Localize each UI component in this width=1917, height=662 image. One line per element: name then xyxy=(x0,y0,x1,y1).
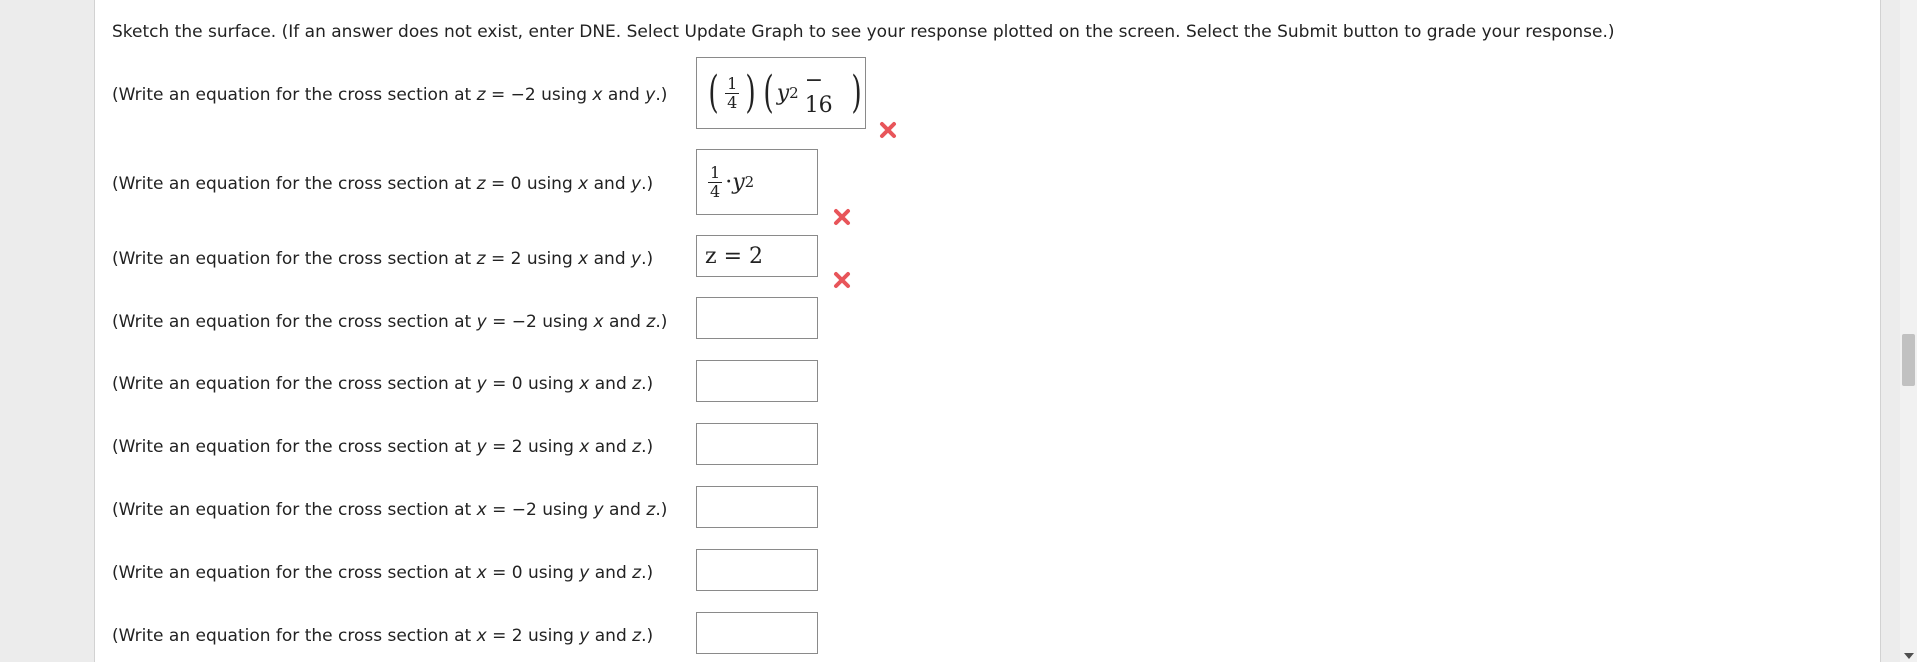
answer-input-4[interactable] xyxy=(696,297,818,339)
incorrect-icon xyxy=(834,272,850,288)
vertical-scrollbar[interactable] xyxy=(1900,0,1917,662)
incorrect-icon xyxy=(880,122,896,138)
question-label-5: (Write an equation for the cross section… xyxy=(112,374,654,394)
question-label-4: (Write an equation for the cross section… xyxy=(112,312,668,332)
question-label-1: (Write an equation for the cross section… xyxy=(112,85,668,105)
answer-input-6[interactable] xyxy=(696,360,818,402)
question-label-2: (Write an equation for the cross section… xyxy=(112,174,654,194)
question-label-7: (Write an equation for the cross section… xyxy=(112,500,668,520)
scroll-down-arrow-icon[interactable] xyxy=(1904,653,1914,659)
question-label-9: (Write an equation for the cross section… xyxy=(112,626,654,646)
answer-input-8[interactable] xyxy=(696,549,818,591)
answer-input-2[interactable]: 1 4 · y2 xyxy=(696,149,818,215)
scrollbar-thumb[interactable] xyxy=(1902,334,1915,386)
fraction: 1 4 xyxy=(725,73,740,112)
answer-input-1[interactable]: ( 1 4 ) ( y2 − 16 ) xyxy=(696,57,866,129)
question-label-3: (Write an equation for the cross section… xyxy=(112,249,654,269)
answer-input-6[interactable] xyxy=(696,423,818,465)
question-label-8: (Write an equation for the cross section… xyxy=(112,563,654,583)
question-label-6: (Write an equation for the cross section… xyxy=(112,437,654,457)
incorrect-icon xyxy=(834,209,850,225)
fraction: 1 4 xyxy=(708,162,723,201)
answer-input-3[interactable]: z = 2 xyxy=(696,235,818,277)
answer-input-7[interactable] xyxy=(696,486,818,528)
answer-input-9[interactable] xyxy=(696,612,818,654)
instructions-text: Sketch the surface. (If an answer does n… xyxy=(112,22,1615,42)
